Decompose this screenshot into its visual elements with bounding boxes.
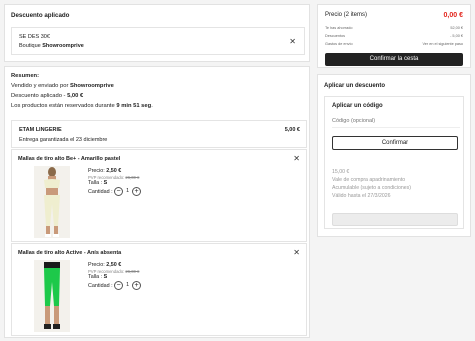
savings-row: Te has ahorrado 52,00 € (325, 26, 463, 30)
item-name: Mallas de tiro alto Active - Anís absent… (18, 250, 122, 256)
confirm-cart-button[interactable]: Confirmar la cesta (325, 53, 463, 66)
minus-icon[interactable]: − (114, 281, 124, 290)
quantity-value: 1 (126, 188, 130, 194)
leggings-green-figure (34, 260, 70, 332)
total-price-label: Precio (2 items) (325, 12, 368, 18)
plus-icon[interactable]: + (132, 281, 142, 290)
minus-icon[interactable]: − (114, 187, 124, 196)
discount-applied-panel: Descuento aplicado SE DES 30€ Boutique S… (4, 4, 310, 62)
quantity-value: 1 (126, 282, 130, 288)
voucher-line: Vale de compra apadrinamiento (332, 177, 406, 183)
item-quantity: Cantidad : −1 + (88, 187, 142, 196)
plus-icon[interactable]: + (132, 187, 142, 196)
item-price: Precio: 2,50 € (88, 262, 122, 268)
discount-code: SE DES 30€ (19, 34, 50, 40)
totals-panel: Precio (2 items) 0,00 € Te has ahorrado 5… (317, 4, 471, 68)
remove-discount-close-icon[interactable]: ✕ (289, 38, 296, 46)
apply-code-box: Aplicar un código Confirmar 15,00 € Vale… (324, 96, 464, 229)
reservation-timer: Los productos están reservados durante 9… (11, 103, 153, 109)
shipping-row: Gastos de envío Ver en el siguiente paso (325, 42, 463, 46)
product-image[interactable] (34, 260, 70, 332)
item-info: Precio: 2,50 € PVP recomendado: 26,00 € … (88, 168, 142, 196)
confirm-code-button[interactable]: Confirmar (332, 136, 458, 150)
sold-by: Vendido y enviado por Showroomprive (11, 83, 114, 89)
voucher-amount: 15,00 € (332, 169, 350, 175)
discount-shop: Boutique Showroomprive (19, 43, 84, 49)
apply-code-heading: Aplicar un código (332, 103, 383, 109)
applied-discount-chip: SE DES 30€ Boutique Showroomprive ✕ (11, 27, 305, 55)
item-price: Precio: 2,50 € (88, 168, 122, 174)
discount-code-input[interactable] (332, 115, 460, 128)
product-image[interactable] (34, 166, 70, 238)
item-name: Mallas de tiro alto Be+ - Amarillo paste… (18, 156, 121, 162)
item-size: Talla : S (88, 180, 108, 186)
cart-item: Mallas de tiro alto Be+ - Amarillo paste… (11, 149, 307, 242)
total-price-value: 0,00 € (443, 12, 463, 19)
discounts-row: Descuentos - 5,00 € (325, 34, 463, 38)
apply-voucher-button-disabled[interactable] (332, 213, 458, 226)
apply-discount-heading: Aplicar un descuento (324, 83, 386, 89)
item-quantity: Cantidad : −1 + (88, 281, 142, 290)
item-info: Precio: 2,50 € PVP recomendado: 26,00 € … (88, 262, 142, 290)
shop-header: ETAM LINGERIE 5,00 € Entrega garantizada… (11, 120, 307, 148)
summary-heading: Resumen: (11, 73, 40, 79)
remove-item-close-icon[interactable]: ✕ (293, 155, 300, 163)
shop-name: ETAM LINGERIE (19, 127, 62, 133)
discount-line: Descuento aplicado - 5,00 € (11, 93, 84, 99)
item-size: Talla : S (88, 274, 108, 280)
apply-discount-panel: Aplicar un descuento Aplicar un código C… (317, 74, 471, 237)
voucher-info: 15,00 € Vale de compra apadrinamiento Ac… (332, 168, 458, 200)
summary-panel: Resumen: Vendido y enviado por Showroomp… (4, 66, 310, 338)
shop-price: 5,00 € (284, 127, 300, 133)
total-price-row: Precio (2 items) 0,00 € (325, 12, 463, 19)
leggings-yellow-figure (34, 166, 70, 238)
cart-item: Mallas de tiro alto Active - Anís absent… (11, 243, 307, 336)
discount-applied-heading: Descuento aplicado (11, 12, 70, 19)
delivery-date: Entrega garantizada el 23 diciembre (19, 137, 108, 143)
remove-item-close-icon[interactable]: ✕ (293, 249, 300, 257)
voucher-line: Acumulable (sujeto a condiciones) (332, 185, 412, 191)
voucher-line: Válido hasta el 27/3/2026 (332, 193, 391, 199)
